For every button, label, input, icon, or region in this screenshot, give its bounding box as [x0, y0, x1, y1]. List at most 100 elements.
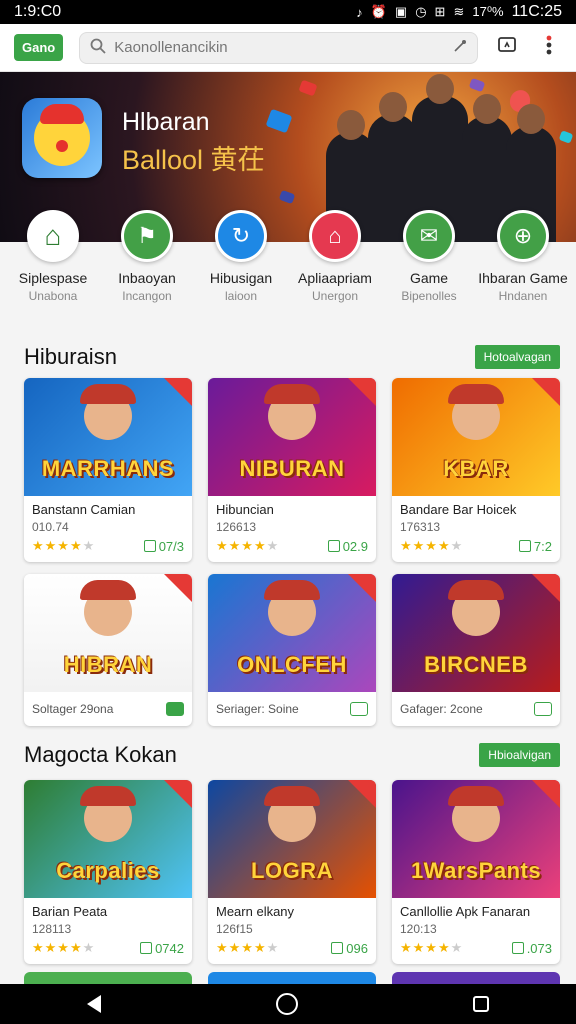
app-card-art: LOGRA: [208, 780, 376, 898]
search-icon: [90, 38, 106, 58]
category-item-ihbaran-game[interactable]: ⊕ Ihbaran Game Hndanen: [478, 210, 568, 310]
install-badge-icon[interactable]: [534, 702, 552, 716]
category-item-hibusigan[interactable]: ↻ Hibusigan laioon: [196, 210, 286, 310]
confetti-decoration: [278, 189, 296, 205]
category-label: Inbaoyan: [118, 270, 176, 286]
next-row-peek: [24, 972, 560, 984]
category-label: Game: [409, 270, 449, 286]
thumbs-up-icon: [331, 942, 344, 954]
app-card[interactable]: 1WarsPants Canllollie Apk Fanaran 120:13…: [392, 780, 560, 964]
app-card[interactable]: BIRCNEB Gafager: 2cone: [392, 574, 560, 726]
category-sub: Unabona: [28, 289, 78, 303]
vibrate-icon: ⊞: [434, 4, 446, 19]
app-card-art: BIRCNEB: [392, 574, 560, 692]
app-card-code: 128113: [32, 922, 72, 936]
app-card-name: Mearn elkany: [216, 904, 295, 919]
category-item-inbaoyan[interactable]: ⚑ Inbaoyan Incangon: [102, 210, 192, 310]
see-all-button[interactable]: Hbioalvigan: [479, 743, 560, 767]
app-card-art-title: BIRCNEB: [424, 652, 528, 677]
recent-apps-icon[interactable]: [472, 996, 489, 1012]
status-time: 1:9:C0: [14, 3, 62, 20]
section-header: Magocta Kokan Hbioalvigan: [24, 742, 560, 768]
category-item-apliaapriam[interactable]: ⌂ Apliaapriam Unergon: [290, 210, 380, 310]
rating-stars: ★★★★★: [32, 538, 96, 553]
category-sub: Hndanen: [498, 289, 548, 303]
category-row: ⌂ Siplespase Unabona ⚑ Inbaoyan Incangon…: [0, 210, 576, 310]
category-label: Siplespase: [18, 270, 88, 286]
hero-app-icon[interactable]: [22, 98, 102, 178]
app-logo[interactable]: Gano: [14, 34, 64, 61]
more-options-icon[interactable]: [536, 35, 562, 60]
app-card-code: 120:13: [400, 922, 437, 936]
character-illustration: [264, 384, 320, 440]
chat-icon: ✉: [406, 213, 452, 259]
app-card[interactable]: KBAR Bandare Bar Hoicek 176313 ★★★★★ 7:2: [392, 378, 560, 562]
refresh-icon: ↻: [218, 213, 264, 259]
app-card-art-title: LOGRA: [251, 858, 333, 883]
category-item-game[interactable]: ✉ Game Bipenolles: [384, 210, 474, 310]
category-sub: laioon: [224, 289, 258, 303]
hero-subtitle: Ballool 黄茌: [122, 145, 265, 175]
app-card-code: 126613: [216, 520, 257, 534]
see-all-button[interactable]: Hotoalvagan: [474, 345, 560, 369]
app-card-name: Banstann Camian: [32, 502, 136, 517]
status-clock: 11C:25: [511, 3, 562, 20]
app-card[interactable]: LOGRA Mearn elkany 126f15 ★★★★★ 096: [208, 780, 376, 964]
mic-icon[interactable]: [453, 39, 467, 57]
app-card-footer-text: Seriager: Soine: [216, 702, 299, 716]
thumbs-up-icon: [140, 942, 153, 954]
app-card-art-title: HIBRAN: [63, 652, 153, 677]
app-card-footer-text: Soltager 29ona: [32, 702, 114, 716]
download-count[interactable]: 096: [331, 941, 368, 956]
download-count[interactable]: 0742: [140, 941, 184, 956]
app-card-art-title: NIBURAN: [239, 456, 345, 481]
app-card-art: HIBRAN: [24, 574, 192, 692]
app-card-art-title: KBAR: [443, 456, 509, 481]
home-button-icon[interactable]: [275, 993, 298, 1015]
wifi-icon: ≋: [453, 4, 465, 19]
app-card[interactable]: MARRHANS Banstann Camian 010.74 ★★★★★ 07…: [24, 378, 192, 562]
rating-stars: ★★★★★: [400, 538, 464, 553]
install-badge-icon[interactable]: [350, 702, 368, 716]
home-icon: ⌂: [30, 213, 76, 259]
app-card-art: KBAR: [392, 378, 560, 496]
app-card[interactable]: NIBURAN Hibuncian 126613 ★★★★★ 02.9: [208, 378, 376, 562]
character-illustration: [264, 580, 320, 636]
download-count[interactable]: 7:2: [518, 538, 552, 554]
status-bar: 1:9:C0 ♪ ⏰ ▣ ◷ ⊞ ≋ 17⁰% 11C:25: [0, 0, 576, 24]
thumbs-up-icon: [327, 540, 340, 552]
app-card-art: ONLCFEH: [208, 574, 376, 692]
install-badge-icon[interactable]: [166, 702, 184, 716]
app-card-name: Hibuncian: [216, 502, 274, 517]
app-card[interactable]: HIBRAN Soltager 29ona: [24, 574, 192, 726]
app-card-name: Bandare Bar Hoicek: [400, 502, 517, 517]
search-bar[interactable]: Kaonollenancikin: [79, 31, 478, 64]
status-icons: ♪ ⏰ ▣ ◷ ⊞ ≋ 17⁰% 11C:25: [356, 3, 562, 21]
app-card[interactable]: Carpalies Barian Peata 128113 ★★★★★ 0742: [24, 780, 192, 964]
sync-icon: ◷: [415, 4, 427, 19]
download-value: 096: [346, 940, 368, 956]
download-count[interactable]: .073: [511, 941, 552, 956]
download-count[interactable]: 02.9: [327, 539, 368, 554]
character-illustration: [448, 384, 504, 440]
app-card-code: 176313: [400, 520, 441, 534]
app-card-code: 010.74: [32, 520, 69, 534]
app-card-art: NIBURAN: [208, 378, 376, 496]
corner-ribbon: [348, 378, 376, 406]
download-value: 0742: [155, 940, 184, 956]
confetti-decoration: [298, 79, 318, 97]
back-icon[interactable]: [87, 995, 102, 1013]
battery-level: 17⁰%: [472, 4, 504, 19]
cast-icon[interactable]: [494, 36, 520, 59]
search-input[interactable]: Kaonollenancikin: [114, 39, 445, 56]
category-item-siplespase[interactable]: ⌂ Siplespase Unabona: [8, 210, 98, 310]
download-value: 7:2: [533, 538, 552, 554]
section-title: Magocta Kokan: [24, 742, 177, 767]
app-grid: MARRHANS Banstann Camian 010.74 ★★★★★ 07…: [24, 378, 560, 726]
app-card-footer-text: Gafager: 2cone: [400, 702, 483, 716]
app-card-name: Canllollie Apk Fanaran: [400, 904, 531, 919]
download-count[interactable]: 07/3: [143, 539, 184, 554]
app-card[interactable]: ONLCFEH Seriager: Soine: [208, 574, 376, 726]
flag-icon: ⚑: [124, 213, 170, 259]
rating-stars: ★★★★★: [216, 940, 280, 955]
